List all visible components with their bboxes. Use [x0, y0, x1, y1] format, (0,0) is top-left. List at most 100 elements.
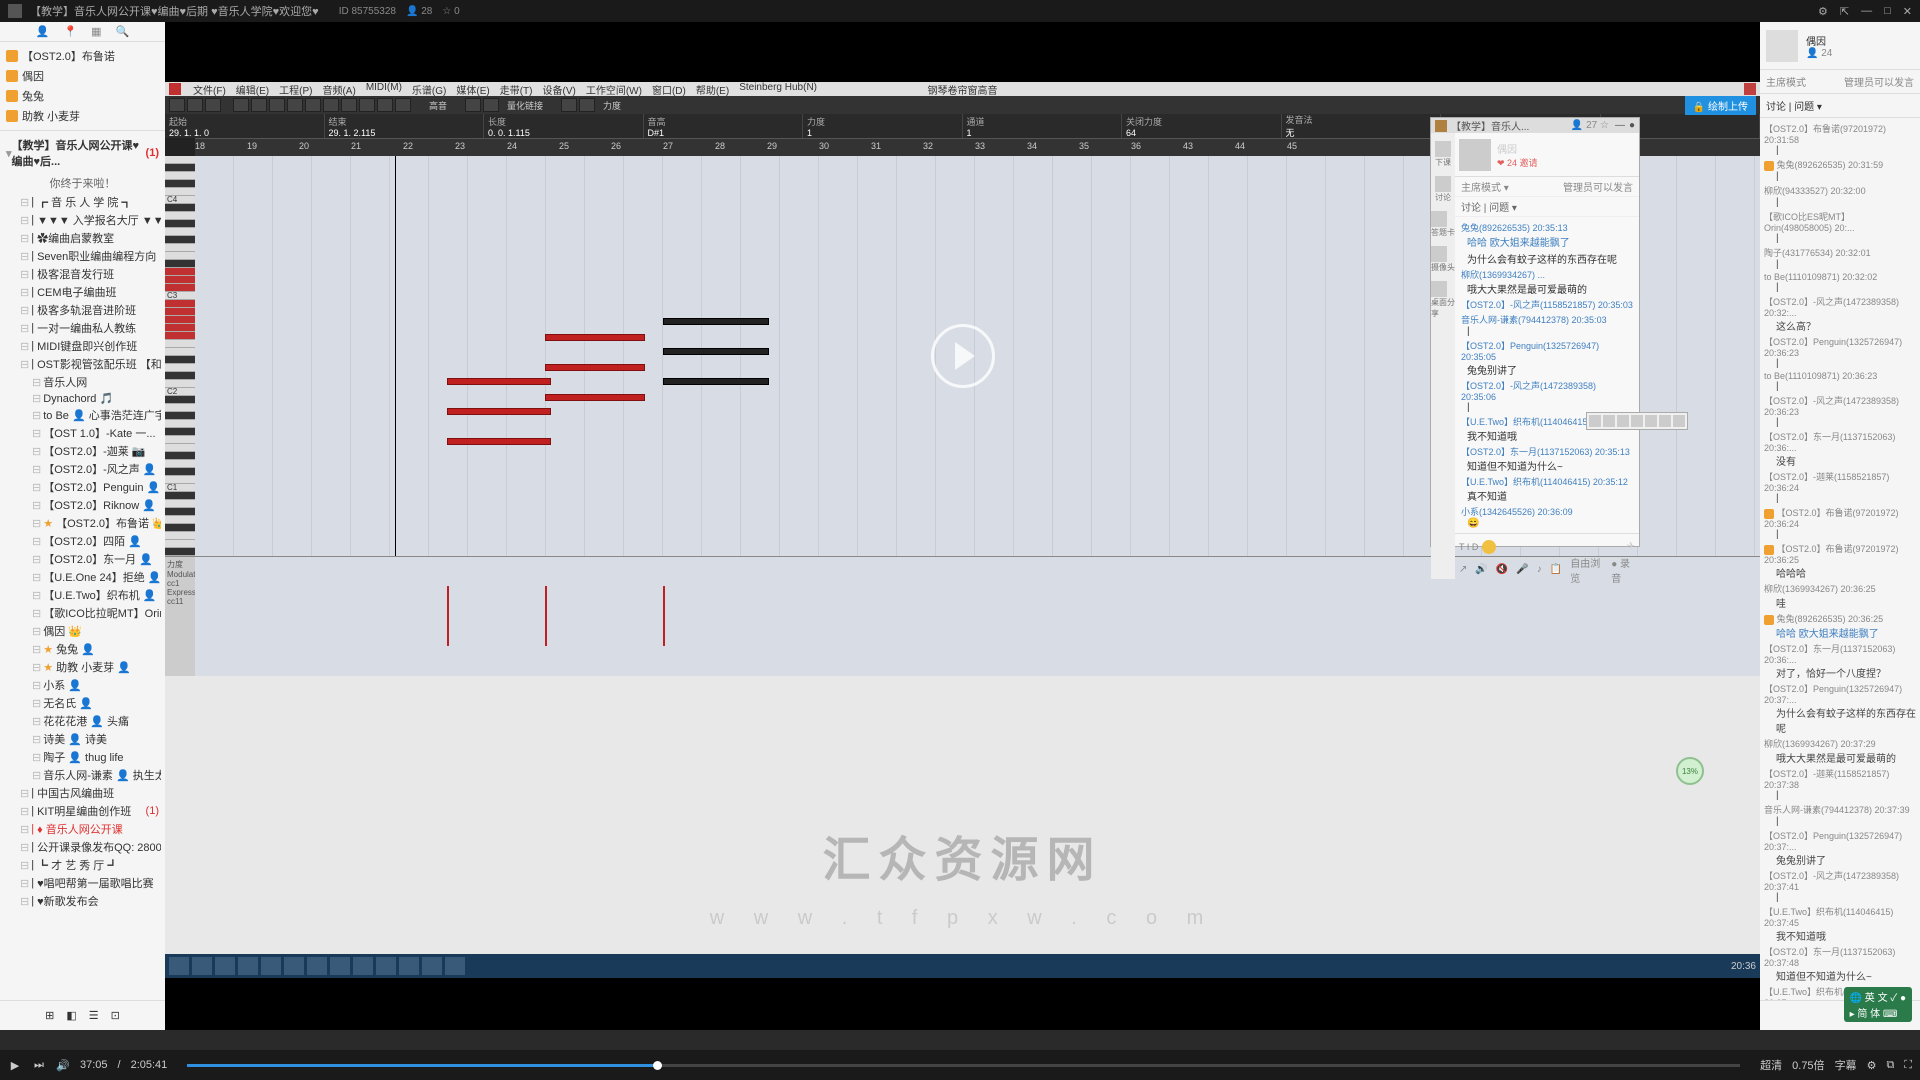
midi-note[interactable] [447, 438, 551, 445]
windows-taskbar[interactable]: 20:36 [165, 954, 1760, 978]
play-button[interactable]: ▶ [8, 1058, 22, 1072]
tree-item[interactable]: ⊟ | MIDI键盘即兴创作班 [4, 337, 161, 355]
tree-item[interactable]: ⊟花花花港 👤 头痛 [4, 712, 161, 730]
pin-icon[interactable]: ⇱ [1840, 5, 1849, 18]
next-button[interactable]: ⏭ [32, 1058, 46, 1072]
minimize-icon[interactable]: — [1615, 120, 1625, 131]
tree-item[interactable]: ⊟ | ♦ 音乐人网公开课 [4, 820, 161, 838]
speed-button[interactable]: 0.75倍 [1792, 1057, 1824, 1073]
tool-button[interactable] [579, 98, 595, 112]
grid-icon[interactable]: ▦ [91, 25, 101, 38]
taskbar-item[interactable] [422, 957, 442, 975]
volume-icon[interactable]: 🔊 [56, 1058, 70, 1072]
emoji-icon[interactable] [1482, 540, 1496, 554]
quality-button[interactable]: 超清 [1760, 1057, 1782, 1073]
midi-note[interactable] [663, 318, 769, 325]
tree-item[interactable]: ⊟Dynachord 🎵 [4, 391, 161, 406]
tree-item[interactable]: ⊟ | ✿编曲启蒙教室 [4, 229, 161, 247]
tool-button[interactable] [287, 98, 303, 112]
tool-button[interactable] [305, 98, 321, 112]
chat-tool-icon[interactable]: 🔊 [1475, 564, 1487, 575]
tool-button[interactable] [269, 98, 285, 112]
chat-tool-icon[interactable]: 自由浏览 [1570, 555, 1603, 585]
taskbar-item[interactable] [215, 957, 235, 975]
upload-button[interactable]: 🔒 绘制上传 [1685, 96, 1756, 115]
tree-item[interactable]: ⊟【OST2.0】Penguin 👤 [4, 478, 161, 496]
tool-button[interactable] [377, 98, 393, 112]
tree-item[interactable]: ⊟无名氏 👤 [4, 694, 161, 712]
user-item[interactable]: 助教 小麦芽 [6, 106, 159, 126]
playhead[interactable] [395, 156, 396, 556]
tree-item[interactable]: ⊟ | 公开课录像发布QQ: 280004894 [4, 838, 161, 856]
tree-item[interactable]: ⊟★兔兔 👤 [4, 640, 161, 658]
tool-button[interactable] [359, 98, 375, 112]
chat-tool-icon[interactable]: ● 录音 [1611, 555, 1635, 585]
menu-item[interactable]: 帮助(E) [696, 82, 729, 97]
tree-item[interactable]: ⊟偶因 👑 [4, 622, 161, 640]
chat-titlebar[interactable]: 【教学】音乐人... 👤 27 ☆ — ● [1431, 118, 1639, 133]
ime-indicator[interactable]: 🌐 英 文 ✓ ● ▸ 简 体 ⌨ [1844, 987, 1912, 1022]
taskbar-item[interactable] [376, 957, 396, 975]
menu-item[interactable]: 工程(P) [279, 82, 312, 97]
user-item[interactable]: 兔兔 [6, 86, 159, 106]
chat-tool-icon[interactable]: 🔇 [1496, 564, 1508, 575]
tool-button[interactable] [205, 98, 221, 112]
tool-icon[interactable] [1617, 415, 1629, 427]
tree-item[interactable]: ⊟ | KIT明星编曲创作班(1) [4, 802, 161, 820]
tool-icon[interactable] [1603, 415, 1615, 427]
tree-item[interactable]: ⊟ | CEM电子编曲班 [4, 283, 161, 301]
tree-item[interactable]: ⊟【OST2.0】-风之声 👤 [4, 460, 161, 478]
tool-button[interactable] [395, 98, 411, 112]
tree-item[interactable]: ⊟ | 中国古风编曲班 [4, 784, 161, 802]
chat-tool-icon[interactable]: 📋 [1550, 564, 1562, 575]
close-icon[interactable]: ● [1629, 120, 1635, 131]
annotation-toolbar[interactable] [1586, 412, 1688, 430]
tool-button[interactable] [561, 98, 577, 112]
tool-button[interactable] [465, 98, 481, 112]
tree-item[interactable]: ⊟【OST 1.0】-Kate 一... [4, 424, 161, 442]
settings-icon[interactable]: ⚙ [1818, 5, 1828, 18]
start-button[interactable] [169, 957, 189, 975]
pip-icon[interactable]: ⧉ [1886, 1059, 1894, 1072]
tree-item[interactable]: ⊟诗美 👤 诗美 [4, 730, 161, 748]
tool-button[interactable] [341, 98, 357, 112]
tree-item[interactable]: ⊟音乐人网-谦素 👤 执生太深容易得... [4, 766, 161, 784]
menu-item[interactable]: MIDI(M) [366, 82, 402, 97]
tree-item[interactable]: ⊟【OST2.0】-迦莱 📷 [4, 442, 161, 460]
send-icon[interactable]: ✈ [1627, 541, 1635, 552]
tree-item[interactable]: ⊟ | 一对一编曲私人教练 [4, 319, 161, 337]
tree-item[interactable]: ⊟ | 极客混音发行班 [4, 265, 161, 283]
chat-tool[interactable] [1431, 211, 1447, 227]
tree-item[interactable]: ⊟【歌ICO比拉昵MT】Orin 🔵 🌐 随时... [4, 604, 161, 622]
minimize-icon[interactable]: — [1861, 5, 1872, 18]
tree-item[interactable]: ⊟【OST2.0】Riknow 👤 [4, 496, 161, 514]
maximize-icon[interactable]: □ [1884, 5, 1891, 18]
midi-note[interactable] [545, 334, 645, 341]
menu-item[interactable]: 编辑(E) [236, 82, 269, 97]
taskbar-item[interactable] [445, 957, 465, 975]
progress-bar[interactable] [187, 1064, 1740, 1067]
tool-icon[interactable]: ◧ [66, 1009, 76, 1022]
tree-item[interactable]: ⊟★【OST2.0】布鲁诺 👑 [4, 514, 161, 532]
tree-item[interactable]: ⊟ | Seven职业编曲编程方向 [4, 247, 161, 265]
right-tabs[interactable]: 讨论 | 问题 ▾ [1760, 94, 1920, 118]
chat-tool-icon[interactable]: ↗ [1459, 564, 1467, 575]
tree-item[interactable]: ⊟【U.E.One 24】拒绝 👤 拒绝... [4, 568, 161, 586]
midi-note[interactable] [545, 394, 645, 401]
tool-button[interactable] [323, 98, 339, 112]
menu-item[interactable]: 音频(A) [322, 82, 355, 97]
tree-item[interactable]: ⊟ | ┗ 才 艺 秀 厅 ┛ [4, 856, 161, 874]
tool-button[interactable] [187, 98, 203, 112]
tool-icon[interactable] [1645, 415, 1657, 427]
tree-item[interactable]: ⊟音乐人网 [4, 373, 161, 391]
close-icon[interactable]: ✕ [1903, 5, 1912, 18]
tool-button[interactable] [251, 98, 267, 112]
taskbar-item[interactable] [284, 957, 304, 975]
subtitle-button[interactable]: 字幕 [1835, 1057, 1857, 1073]
chat-tool[interactable] [1435, 176, 1451, 192]
tool-icon[interactable] [1673, 415, 1685, 427]
taskbar-item[interactable] [330, 957, 350, 975]
taskbar-item[interactable] [399, 957, 419, 975]
tool-icon[interactable]: ☰ [89, 1009, 99, 1022]
menu-item[interactable]: Steinberg Hub(N) [739, 82, 817, 97]
